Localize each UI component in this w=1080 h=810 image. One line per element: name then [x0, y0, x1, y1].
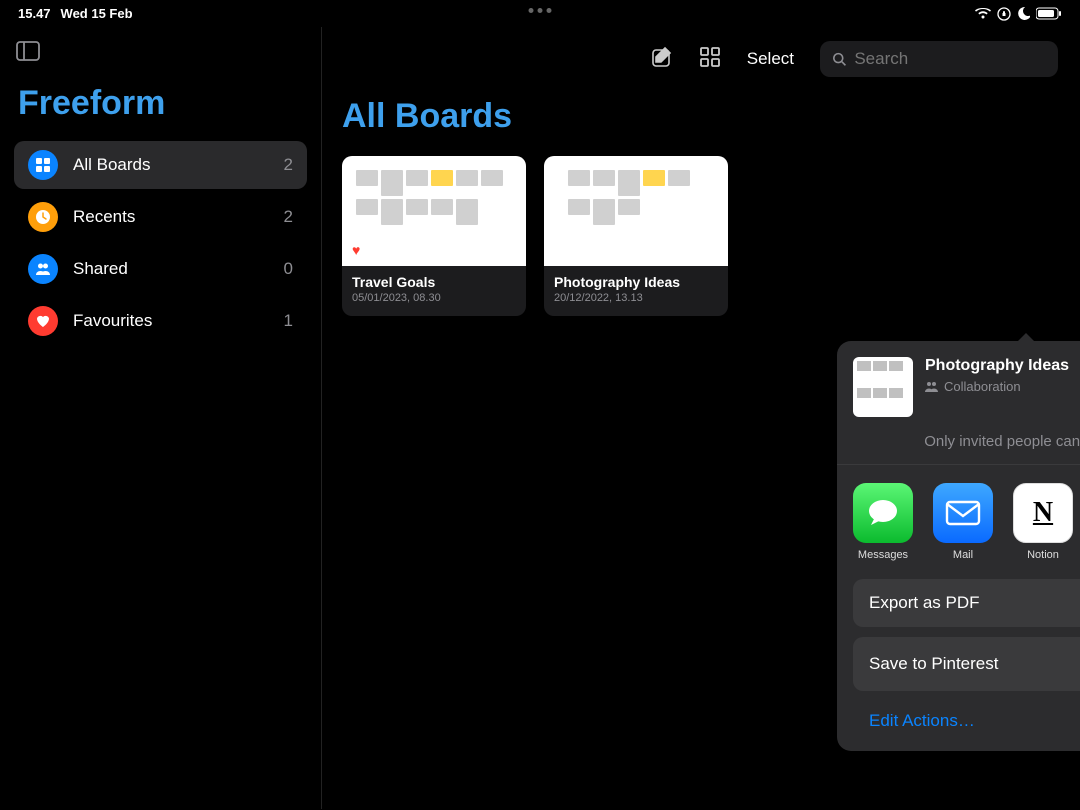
- select-button[interactable]: Select: [747, 49, 794, 69]
- share-app-mail[interactable]: Mail: [933, 483, 993, 561]
- nav-count: 1: [284, 311, 293, 331]
- search-field[interactable]: [854, 49, 1046, 69]
- sidebar-toggle-icon[interactable]: [16, 48, 40, 65]
- share-thumbnail: [853, 357, 913, 417]
- board-name: Photography Ideas: [554, 274, 718, 290]
- status-date: Wed 15 Feb: [61, 6, 133, 21]
- nav-label: All Boards: [73, 155, 284, 175]
- app-label: Mail: [933, 549, 993, 561]
- board-card-travel-goals[interactable]: ♥ Travel Goals 05/01/2023, 08.30: [342, 156, 526, 316]
- app-label: Messages: [853, 549, 913, 561]
- share-permission-row[interactable]: Only invited people can edit. ›: [837, 433, 1080, 465]
- share-sheet: Photography Ideas Collaboration Only inv…: [837, 341, 1080, 751]
- share-subtitle: Collaboration: [925, 379, 1080, 394]
- board-preview: ♥: [342, 156, 526, 266]
- sidebar-item-shared[interactable]: Shared 0: [14, 245, 307, 293]
- people-icon: [925, 381, 939, 393]
- compose-icon[interactable]: [651, 46, 673, 73]
- share-app-messages[interactable]: Messages: [853, 483, 913, 561]
- nav-count: 2: [284, 155, 293, 175]
- sidebar-item-all-boards[interactable]: All Boards 2: [14, 141, 307, 189]
- export-pdf-button[interactable]: Export as PDF: [853, 579, 1080, 627]
- orientation-lock-icon: [997, 7, 1011, 21]
- heart-icon: ♥: [352, 242, 360, 258]
- nav-count: 0: [284, 259, 293, 279]
- sidebar-item-favourites[interactable]: Favourites 1: [14, 297, 307, 345]
- content-area: Select All Boards ♥ Travel Goals: [322, 27, 1080, 809]
- multitask-dots-icon[interactable]: [529, 8, 552, 13]
- sidebar-item-recents[interactable]: Recents 2: [14, 193, 307, 241]
- sidebar: Freeform All Boards 2 Recents 2 Shared 0…: [0, 27, 322, 809]
- search-icon: [832, 51, 846, 67]
- nav-label: Shared: [73, 259, 284, 279]
- nav-label: Favourites: [73, 311, 284, 331]
- app-title: Freeform: [14, 84, 307, 123]
- board-preview: [544, 156, 728, 266]
- clock-icon: [28, 202, 58, 232]
- board-name: Travel Goals: [352, 274, 516, 290]
- save-pinterest-button[interactable]: Save to Pinterest: [853, 637, 1080, 691]
- board-date: 20/12/2022, 13.13: [554, 292, 718, 304]
- mail-icon: [933, 483, 993, 543]
- notion-icon: N: [1013, 483, 1073, 543]
- people-icon: [28, 254, 58, 284]
- nav-count: 2: [284, 207, 293, 227]
- status-bar: 15.47 Wed 15 Feb: [0, 0, 1080, 27]
- moon-icon: [1017, 7, 1030, 20]
- board-date: 05/01/2023, 08.30: [352, 292, 516, 304]
- battery-icon: [1036, 7, 1062, 20]
- heart-icon: [28, 306, 58, 336]
- app-label: Notion: [1013, 549, 1073, 561]
- edit-actions-button[interactable]: Edit Actions…: [853, 701, 1080, 735]
- grid-icon: [28, 150, 58, 180]
- share-app-notion[interactable]: N Notion: [1013, 483, 1073, 561]
- nav-label: Recents: [73, 207, 284, 227]
- wifi-icon: [975, 8, 991, 20]
- share-title: Photography Ideas: [925, 357, 1080, 375]
- view-grid-icon[interactable]: [699, 46, 721, 73]
- messages-icon: [853, 483, 913, 543]
- board-card-photography-ideas[interactable]: Photography Ideas 20/12/2022, 13.13: [544, 156, 728, 316]
- search-input[interactable]: [820, 41, 1058, 77]
- content-title: All Boards: [342, 97, 1060, 136]
- status-time: 15.47: [18, 6, 51, 21]
